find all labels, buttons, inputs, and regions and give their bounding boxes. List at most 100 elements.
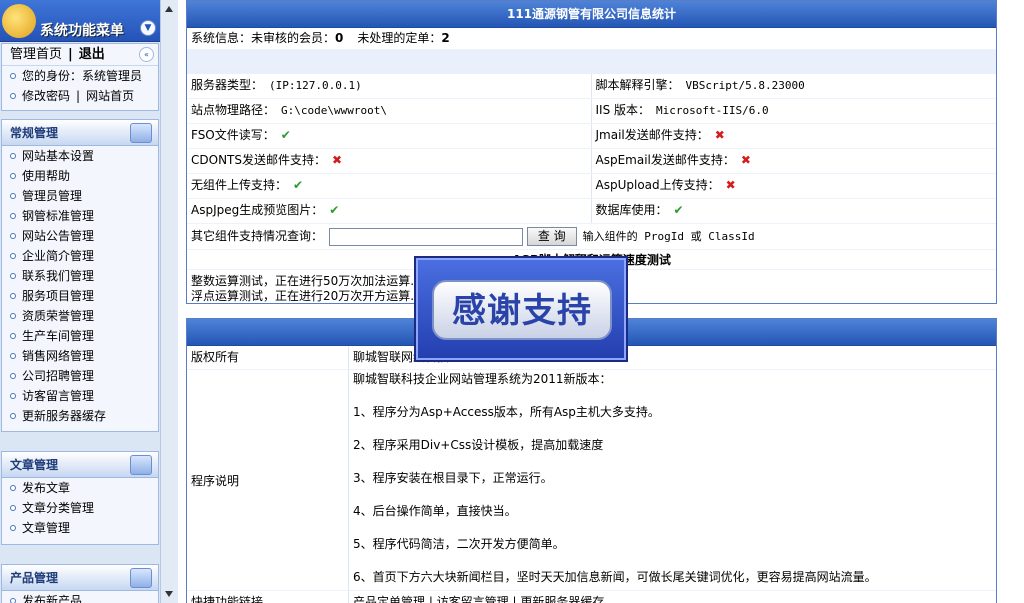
menu-item-label[interactable]: 文章管理 xyxy=(22,518,70,538)
menu-item[interactable]: 联系我们管理 xyxy=(2,266,158,286)
aspjpeg-label: AspJpeg生成预览图片： xyxy=(191,203,324,217)
jmail-label: Jmail发送邮件支持： xyxy=(595,128,709,142)
site-home-link[interactable]: 网站首页 xyxy=(86,86,134,106)
menu-item-label[interactable]: 联系我们管理 xyxy=(22,266,94,286)
iis-value: Microsoft-IIS/6.0 xyxy=(656,104,769,117)
menu-item[interactable]: 企业简介管理 xyxy=(2,246,158,266)
check-icon: ✔ xyxy=(280,128,291,142)
about-panel: 式 版权所有 聊城智联网络科技 程序说明 聊城智联科技企业网站管理系统为2011… xyxy=(186,318,997,603)
top-nav-panel: 管理首页 | 退出 « 您的身份：系统管理员 修改密码 | 网站首页 xyxy=(1,43,159,111)
menu-item-label[interactable]: 销售网络管理 xyxy=(22,346,94,366)
quick-links[interactable]: 产品定单管理 | 访客留言管理 | 更新服务器缓存 xyxy=(349,591,996,603)
menu-item[interactable]: 更新服务器缓存 xyxy=(2,406,158,426)
sidebar-header: 系统功能菜单 ▼ xyxy=(0,0,160,42)
menu-item[interactable]: 访客留言管理 xyxy=(2,386,158,406)
bullet-icon xyxy=(10,73,16,79)
description-line: 5、程序代码简洁，二次开发方便简单。 xyxy=(353,537,565,551)
menu-item-label[interactable]: 网站公告管理 xyxy=(22,226,94,246)
path-label: 站点物理路径： xyxy=(191,103,276,117)
collapse-menu-icon[interactable]: ▼ xyxy=(140,20,156,36)
menu-item-label[interactable]: 资质荣誉管理 xyxy=(22,306,94,326)
scroll-down-icon[interactable] xyxy=(165,591,173,597)
menu-item[interactable]: 资质荣誉管理 xyxy=(2,306,158,326)
aspupload-label: AspUpload上传支持： xyxy=(595,178,720,192)
menu-item-label[interactable]: 文章分类管理 xyxy=(22,498,94,518)
separator: | xyxy=(76,89,81,103)
menu-item[interactable]: 文章分类管理 xyxy=(2,498,158,518)
thanks-badge: 感谢支持 xyxy=(416,258,626,360)
main-content: 111通源钢管有限公司信息统计 系统信息：未审核的会员：0 未处理的定单：2 服务… xyxy=(178,0,1024,603)
bullet-icon xyxy=(10,505,16,511)
menu-item[interactable]: 文章管理 xyxy=(2,518,158,538)
section-title: 产品管理 xyxy=(10,571,59,585)
change-password-link[interactable]: 修改密码 xyxy=(22,86,70,106)
bullet-icon xyxy=(10,253,16,259)
menu-item-label[interactable]: 企业简介管理 xyxy=(22,246,94,266)
separator: | xyxy=(68,46,73,62)
description-text: 聊城智联科技企业网站管理系统为2011新版本： 1、程序分为Asp+Access… xyxy=(349,370,996,590)
menu-item-label[interactable]: 服务项目管理 xyxy=(22,286,94,306)
query-button[interactable]: 查 询 xyxy=(526,227,577,246)
sidebar: 系统功能菜单 ▼ 管理首页 | 退出 « 您的身份：系统管理员 修改密码 | 网… xyxy=(0,0,160,603)
bullet-icon xyxy=(10,598,16,603)
menu-item-label[interactable]: 生产车间管理 xyxy=(22,326,94,346)
description-line: 聊城智联科技企业网站管理系统为2011新版本： xyxy=(353,372,612,386)
description-line: 1、程序分为Asp+Access版本，所有Asp主机大多支持。 xyxy=(353,405,660,419)
bullet-icon xyxy=(10,373,16,379)
bullet-icon xyxy=(10,333,16,339)
bullet-icon xyxy=(10,393,16,399)
aspemail-label: AspEmail发送邮件支持： xyxy=(595,153,735,167)
server-type-value: (IP:127.0.0.1) xyxy=(269,79,362,92)
edit-icon xyxy=(130,455,152,475)
menu-item[interactable]: 服务项目管理 xyxy=(2,286,158,306)
menu-item-label[interactable]: 管理员管理 xyxy=(22,186,82,206)
fso-label: FSO文件读写： xyxy=(191,128,275,142)
menu-item-label[interactable]: 发布文章 xyxy=(22,478,70,498)
menu-item[interactable]: 公司招聘管理 xyxy=(2,366,158,386)
description-line: 2、程序采用Div+Css设计模板，提高加载速度 xyxy=(353,438,604,452)
menu-item[interactable]: 钢管标准管理 xyxy=(2,206,158,226)
cross-icon: ✖ xyxy=(740,153,751,167)
bullet-icon xyxy=(10,93,16,99)
menu-item-label[interactable]: 网站基本设置 xyxy=(22,146,94,166)
bullet-icon xyxy=(10,293,16,299)
cross-icon: ✖ xyxy=(725,178,736,192)
component-query-input[interactable] xyxy=(329,227,524,246)
stats-title: 111通源钢管有限公司信息统计 xyxy=(187,1,996,28)
menu-item[interactable]: 管理员管理 xyxy=(2,186,158,206)
scroll-up-icon[interactable] xyxy=(165,6,173,12)
iis-label: IIS 版本： xyxy=(595,103,651,117)
menu-item-label[interactable]: 更新服务器缓存 xyxy=(22,406,106,426)
menu-item[interactable]: 网站公告管理 xyxy=(2,226,158,246)
menu-item[interactable]: 发布文章 xyxy=(2,478,158,498)
menu-item-label[interactable]: 发布新产品 xyxy=(22,591,82,603)
pending-orders-label: 未处理的定单： xyxy=(357,31,442,45)
frame-scrollbar[interactable] xyxy=(160,0,178,603)
menu-item[interactable]: 生产车间管理 xyxy=(2,326,158,346)
engine-value: VBScript/5.8.23000 xyxy=(685,79,805,92)
cross-icon: ✖ xyxy=(714,128,725,142)
system-info: 系统信息：未审核的会员：0 未处理的定单：2 xyxy=(187,28,996,49)
section-products: 产品管理 发布新产品 xyxy=(1,564,159,603)
logout-link[interactable]: 退出 xyxy=(79,45,105,65)
menu-item-label[interactable]: 使用帮助 xyxy=(22,166,70,186)
sysinfo-label: 系统信息：未审核的会员： xyxy=(191,31,336,45)
double-chevron-icon[interactable]: « xyxy=(139,47,154,62)
path-value: G:\code\wwwroot\ xyxy=(281,104,387,117)
description-line: 4、后台操作简单，直接快当。 xyxy=(353,504,517,518)
user-icon xyxy=(130,568,152,588)
menu-item-label[interactable]: 访客留言管理 xyxy=(22,386,94,406)
menu-item[interactable]: 网站基本设置 xyxy=(2,146,158,166)
menu-item[interactable]: 发布新产品 xyxy=(2,591,158,603)
bullet-icon xyxy=(10,525,16,531)
admin-home-link[interactable]: 管理首页 xyxy=(10,45,62,65)
menu-item[interactable]: 使用帮助 xyxy=(2,166,158,186)
logo-icon xyxy=(2,4,36,38)
bullet-icon xyxy=(10,173,16,179)
menu-item[interactable]: 销售网络管理 xyxy=(2,346,158,366)
menu-item-label[interactable]: 公司招聘管理 xyxy=(22,366,94,386)
bullet-icon xyxy=(10,485,16,491)
cdonts-label: CDONTS发送邮件支持： xyxy=(191,153,326,167)
menu-item-label[interactable]: 钢管标准管理 xyxy=(22,206,94,226)
section-title: 常规管理 xyxy=(10,126,59,140)
